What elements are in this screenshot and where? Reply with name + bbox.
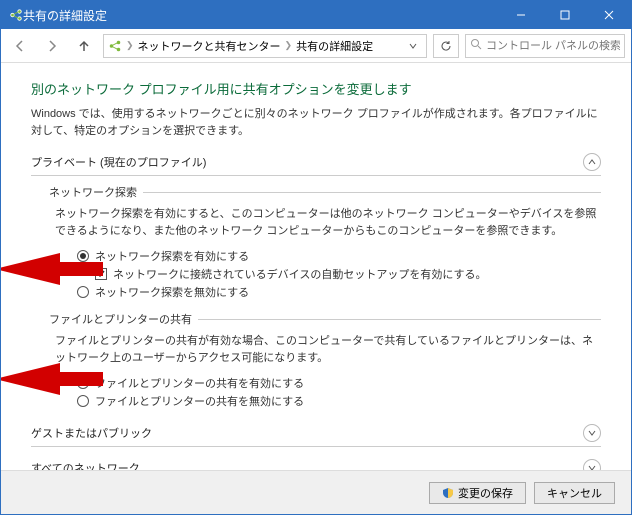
- cancel-button[interactable]: キャンセル: [534, 482, 615, 504]
- checkbox-label: ネットワークに接続されているデバイスの自動セットアップを有効にする。: [113, 266, 486, 282]
- chevron-up-icon[interactable]: [583, 153, 601, 171]
- button-label: キャンセル: [547, 485, 602, 501]
- breadcrumb-item[interactable]: ネットワークと共有センター: [138, 38, 281, 54]
- breadcrumb-item[interactable]: 共有の詳細設定: [296, 38, 373, 54]
- section-title: ネットワーク探索: [49, 184, 143, 200]
- chevron-down-icon[interactable]: [583, 424, 601, 442]
- section-description: ネットワーク探索を有効にすると、このコンピューターは他のネットワーク コンピュー…: [55, 206, 601, 239]
- radio-label: ファイルとプリンターの共有を無効にする: [95, 393, 304, 409]
- section-network-discovery: ネットワーク探索 ネットワーク探索を有効にすると、このコンピューターは他のネット…: [49, 184, 601, 301]
- back-button[interactable]: [7, 33, 33, 59]
- search-icon: [470, 38, 482, 53]
- chevron-right-icon: ❯: [126, 40, 134, 51]
- profile-label: プライベート (現在のプロファイル): [31, 154, 583, 170]
- profile-header-guest[interactable]: ゲストまたはパブリック: [31, 420, 601, 447]
- titlebar: 共有の詳細設定: [1, 1, 631, 29]
- breadcrumb[interactable]: ❯ ネットワークと共有センター ❯ 共有の詳細設定: [103, 34, 427, 58]
- share-icon: [108, 39, 122, 53]
- profile-label: ゲストまたはパブリック: [31, 425, 583, 441]
- radio-discovery-disable[interactable]: ネットワーク探索を無効にする: [77, 283, 601, 301]
- checkbox-icon: [95, 268, 107, 280]
- window-title: 共有の詳細設定: [23, 7, 499, 24]
- section-description: ファイルとプリンターの共有が有効な場合、このコンピューターで共有しているファイル…: [55, 333, 601, 366]
- page-description: Windows では、使用するネットワークごとに別々のネットワーク プロファイル…: [31, 106, 601, 139]
- up-button[interactable]: [71, 33, 97, 59]
- radio-icon: [77, 286, 89, 298]
- section-file-printer-sharing: ファイルとプリンターの共有 ファイルとプリンターの共有が有効な場合、このコンピュ…: [49, 311, 601, 410]
- minimize-button[interactable]: [499, 1, 543, 29]
- profile-header-all[interactable]: すべてのネットワーク: [31, 455, 601, 470]
- profile-header-private[interactable]: プライベート (現在のプロファイル): [31, 149, 601, 176]
- close-button[interactable]: [587, 1, 631, 29]
- radio-discovery-enable[interactable]: ネットワーク探索を有効にする: [77, 247, 601, 265]
- toolbar: ❯ ネットワークと共有センター ❯ 共有の詳細設定: [1, 29, 631, 63]
- footer: 変更の保存 キャンセル: [1, 470, 631, 514]
- radio-icon: [77, 250, 89, 262]
- divider: [198, 319, 601, 320]
- search-input[interactable]: [486, 40, 620, 52]
- refresh-button[interactable]: [433, 34, 459, 58]
- shield-icon: [442, 487, 454, 499]
- button-label: 変更の保存: [458, 485, 513, 501]
- radio-share-disable[interactable]: ファイルとプリンターの共有を無効にする: [77, 392, 601, 410]
- window: 共有の詳細設定 ❯ ネットワークと共有センター ❯ 共有の詳細設定 別のネットワ…: [0, 0, 632, 515]
- radio-label: ネットワーク探索を無効にする: [95, 284, 249, 300]
- page-heading: 別のネットワーク プロファイル用に共有オプションを変更します: [31, 79, 601, 98]
- forward-button[interactable]: [39, 33, 65, 59]
- profile-label: すべてのネットワーク: [31, 460, 583, 470]
- radio-icon: [77, 377, 89, 389]
- radio-label: ファイルとプリンターの共有を有効にする: [95, 375, 304, 391]
- divider: [143, 192, 601, 193]
- chevron-down-icon[interactable]: [583, 459, 601, 470]
- checkbox-auto-setup[interactable]: ネットワークに接続されているデバイスの自動セットアップを有効にする。: [95, 265, 601, 283]
- maximize-button[interactable]: [543, 1, 587, 29]
- content: 別のネットワーク プロファイル用に共有オプションを変更します Windows で…: [1, 63, 631, 470]
- radio-share-enable[interactable]: ファイルとプリンターの共有を有効にする: [77, 374, 601, 392]
- radio-label: ネットワーク探索を有効にする: [95, 248, 249, 264]
- radio-icon: [77, 395, 89, 407]
- section-title: ファイルとプリンターの共有: [49, 311, 198, 327]
- share-icon: [9, 8, 23, 22]
- chevron-right-icon: ❯: [285, 40, 293, 51]
- chevron-down-icon[interactable]: [404, 41, 422, 51]
- save-button[interactable]: 変更の保存: [429, 482, 526, 504]
- search-box[interactable]: [465, 34, 625, 58]
